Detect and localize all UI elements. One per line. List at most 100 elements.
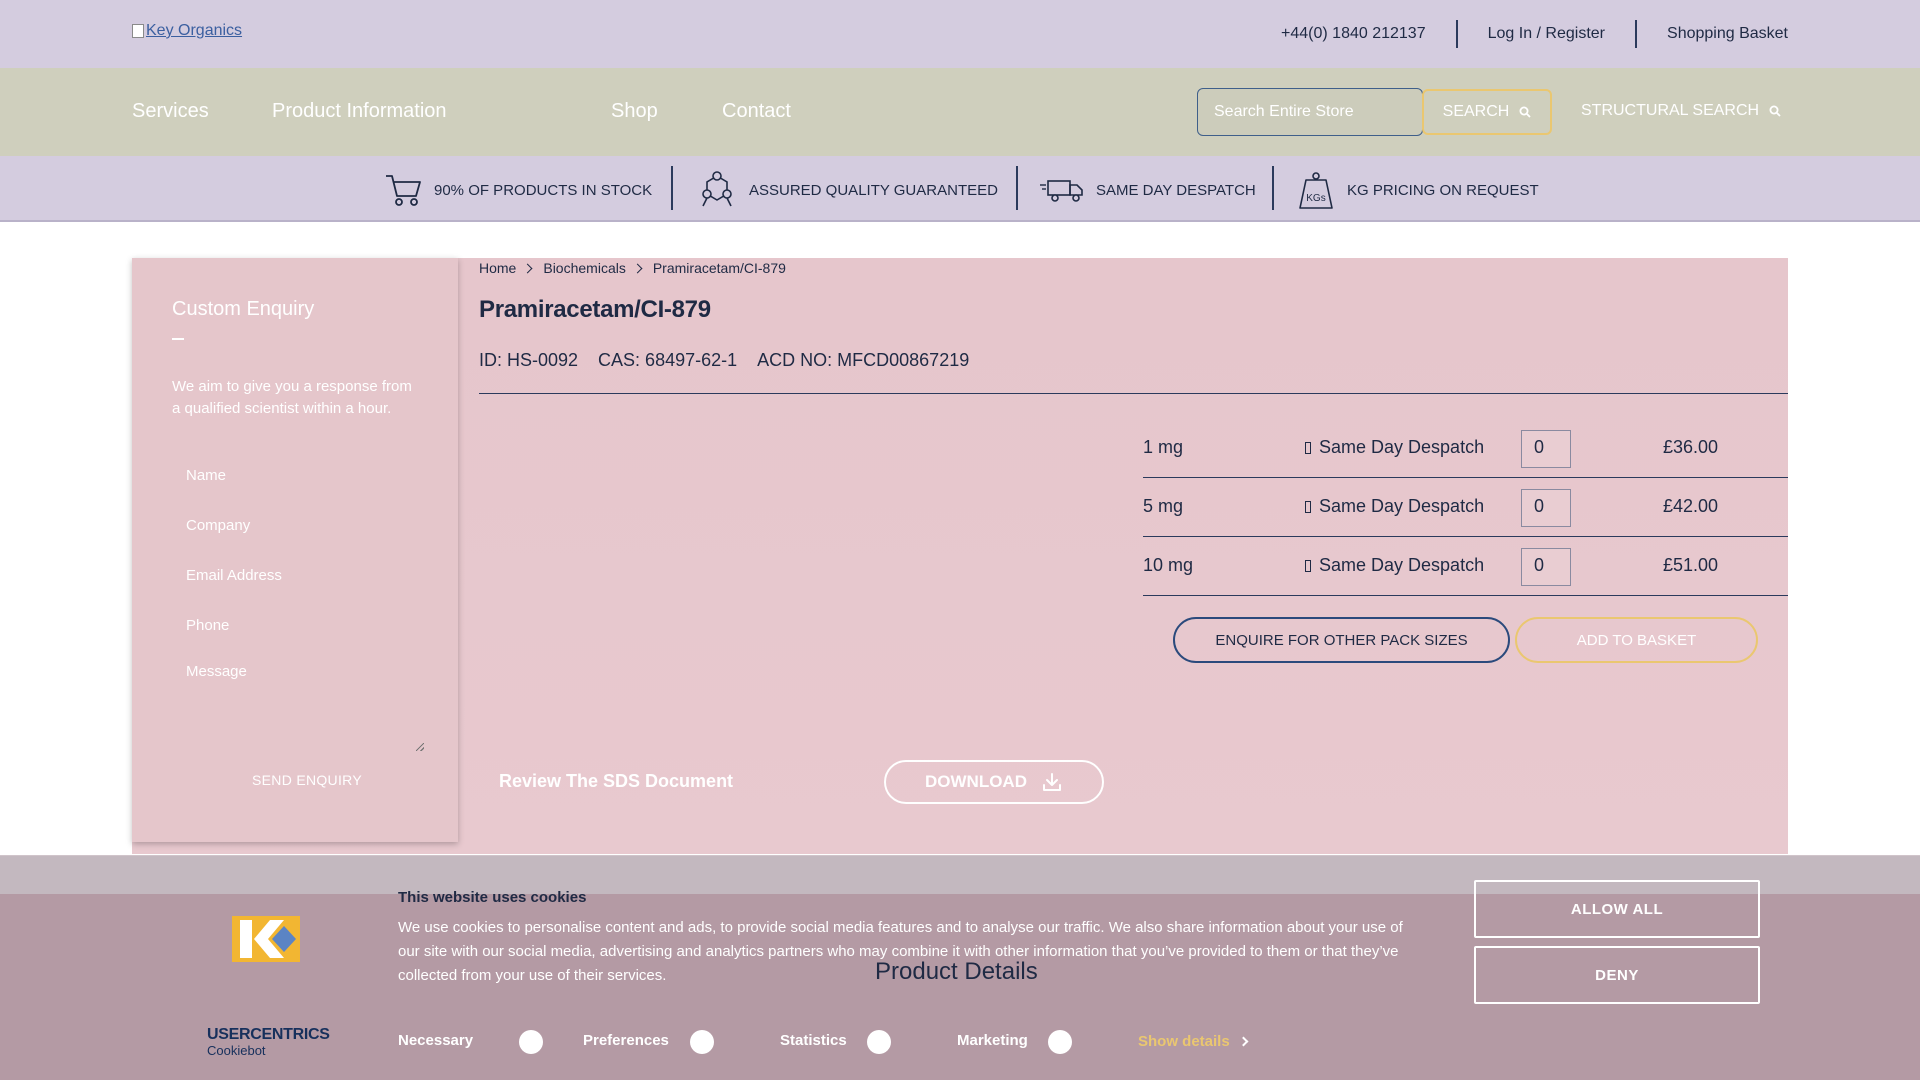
usp-label: SAME DAY DESPATCH <box>1096 181 1256 199</box>
deny-button[interactable]: DENY <box>1474 946 1760 1004</box>
usp-divider <box>1016 166 1018 210</box>
shopping-basket-link[interactable]: Shopping Basket <box>1637 20 1788 48</box>
usp-divider <box>1272 166 1274 210</box>
statistics-label: Statistics <box>780 1032 847 1049</box>
title-underline <box>172 338 184 340</box>
company-field[interactable]: Company <box>186 517 250 534</box>
show-details-link[interactable]: Show details <box>1138 1033 1249 1050</box>
despatch-label: Same Day Despatch <box>1319 496 1485 516</box>
show-details-label: Show details <box>1138 1033 1230 1050</box>
top-links: +44(0) 1840 212137 Log In / Register Sho… <box>1251 0 1788 68</box>
phone-link[interactable]: +44(0) 1840 212137 <box>1251 20 1458 48</box>
despatch-icon <box>1305 559 1311 572</box>
sds-review-label: Review The SDS Document <box>499 771 734 791</box>
breadcrumb-home[interactable]: Home <box>479 260 516 276</box>
page-title: Pramiracetam/CI-879 <box>479 296 711 323</box>
allow-all-button[interactable]: ALLOW ALL <box>1474 880 1760 938</box>
divider <box>479 393 1788 394</box>
product-identifiers: ID: HS-0092 CAS: 68497-62-1 ACD NO: MFCD… <box>479 350 969 371</box>
login-register-link[interactable]: Log In / Register <box>1458 20 1638 48</box>
pack-size: 5 mg <box>1143 496 1184 516</box>
quantity-input[interactable]: 0 <box>1521 548 1571 586</box>
add-to-basket-button[interactable]: ADD TO BASKET <box>1515 617 1758 663</box>
email-field[interactable]: Email Address <box>186 567 282 584</box>
search-input[interactable]: Search Entire Store <box>1197 88 1423 136</box>
pack-size: 10 mg <box>1143 555 1194 575</box>
despatch-label: Same Day Despatch <box>1319 437 1485 457</box>
marketing-checkbox[interactable] <box>1048 1030 1072 1054</box>
despatch-icon <box>1305 441 1311 454</box>
resize-handle-icon[interactable] <box>416 743 424 751</box>
site-logo-link[interactable]: Key Organics <box>132 22 242 40</box>
download-label: DOWNLOAD <box>925 772 1027 791</box>
usp-bar: 90% OF PRODUCTS IN STOCK ASSURED QUALITY… <box>0 156 1920 222</box>
molecule-icon <box>702 171 732 207</box>
preferences-checkbox[interactable] <box>690 1030 714 1054</box>
kg-weight-icon: KGs <box>1299 172 1333 209</box>
chevron-right-icon <box>632 263 643 273</box>
enquiry-description: We aim to give you a response from a qua… <box>172 378 412 417</box>
preferences-label: Preferences <box>583 1032 669 1049</box>
search-button[interactable]: SEARCH <box>1422 89 1552 135</box>
nav-shop[interactable]: Shop <box>611 100 658 123</box>
truck-icon <box>1040 180 1083 202</box>
send-enquiry-button[interactable]: SEND ENQUIRY <box>132 772 458 788</box>
nav-contact[interactable]: Contact <box>722 100 791 123</box>
usp-kg-pricing: KGs KG PRICING ON REQUEST <box>1297 168 1539 212</box>
usercentrics-name: USERCENTRICS <box>207 1026 330 1043</box>
usp-quality: ASSURED QUALITY GUARANTEED <box>697 168 998 212</box>
phone-field[interactable]: Phone <box>186 617 229 634</box>
quantity-input[interactable]: 0 <box>1521 489 1571 527</box>
cart-icon <box>386 175 421 206</box>
structural-search-link[interactable]: STRUCTURAL SEARCH <box>1581 102 1781 120</box>
key-organics-logo-icon <box>232 916 300 962</box>
despatch-label: Same Day Despatch <box>1319 555 1485 575</box>
usp-despatch: SAME DAY DESPATCH <box>1040 168 1256 212</box>
pack-price: £42.00 <box>1663 496 1719 516</box>
pack-despatch: Same Day Despatch <box>1305 437 1484 458</box>
search-icon <box>1769 105 1781 117</box>
marketing-label: Marketing <box>957 1032 1028 1049</box>
product-cas: CAS: 68497-62-1 <box>598 350 738 370</box>
despatch-icon <box>1305 500 1311 513</box>
usp-divider <box>671 166 673 210</box>
breadcrumb-current: Pramiracetam/CI-879 <box>652 260 786 276</box>
statistics-checkbox[interactable] <box>867 1030 891 1054</box>
search-icon <box>1519 106 1531 118</box>
cookie-title: This website uses cookies <box>398 889 587 906</box>
search-button-label: SEARCH <box>1442 103 1510 120</box>
necessary-label: Necessary <box>398 1032 474 1049</box>
enquiry-title: Custom Enquiry <box>172 298 315 320</box>
breadcrumb-biochemicals[interactable]: Biochemicals <box>543 260 625 276</box>
pack-row: 10 mg Same Day Despatch 0 £51.00 <box>1143 537 1788 596</box>
product-acd: ACD NO: MFCD00867219 <box>757 350 970 370</box>
usercentrics-brand: USERCENTRICS Cookiebot <box>207 1026 330 1058</box>
message-textarea[interactable] <box>172 653 424 751</box>
pack-row: 5 mg Same Day Despatch 0 £42.00 <box>1143 478 1788 537</box>
download-sds-button[interactable]: DOWNLOAD <box>884 760 1104 804</box>
usp-label: 90% OF PRODUCTS IN STOCK <box>434 181 653 199</box>
nav-services[interactable]: Services <box>132 100 209 123</box>
usp-label: ASSURED QUALITY GUARANTEED <box>749 181 998 199</box>
necessary-checkbox[interactable] <box>519 1030 543 1054</box>
usp-in-stock: 90% OF PRODUCTS IN STOCK <box>384 168 652 212</box>
pack-size: 1 mg <box>1143 437 1184 457</box>
nav-product-information[interactable]: Product Information <box>272 100 447 123</box>
broken-image-icon <box>132 24 144 38</box>
breadcrumb: Home Biochemicals Pramiracetam/CI-879 <box>479 260 786 276</box>
svg-text:KGs: KGs <box>1306 193 1325 204</box>
cookiebot-name: Cookiebot <box>207 1043 266 1058</box>
product-id: ID: HS-0092 <box>479 350 579 370</box>
cookie-consent-banner: USERCENTRICS Cookiebot This website uses… <box>0 855 1920 1080</box>
name-field[interactable]: Name <box>186 467 226 484</box>
quantity-input[interactable]: 0 <box>1521 430 1571 468</box>
logo-alt-text: Key Organics <box>146 22 243 39</box>
product-details-heading: Product Details <box>875 958 1038 985</box>
top-bar: Key Organics +44(0) 1840 212137 Log In /… <box>0 0 1920 68</box>
structural-search-label: STRUCTURAL SEARCH <box>1581 102 1760 119</box>
pack-despatch: Same Day Despatch <box>1305 555 1484 576</box>
enquire-other-pack-sizes-button[interactable]: ENQUIRE FOR OTHER PACK SIZES <box>1173 617 1510 663</box>
pack-price: £51.00 <box>1663 555 1719 575</box>
pack-price: £36.00 <box>1663 437 1719 457</box>
usp-label: KG PRICING ON REQUEST <box>1347 181 1539 199</box>
